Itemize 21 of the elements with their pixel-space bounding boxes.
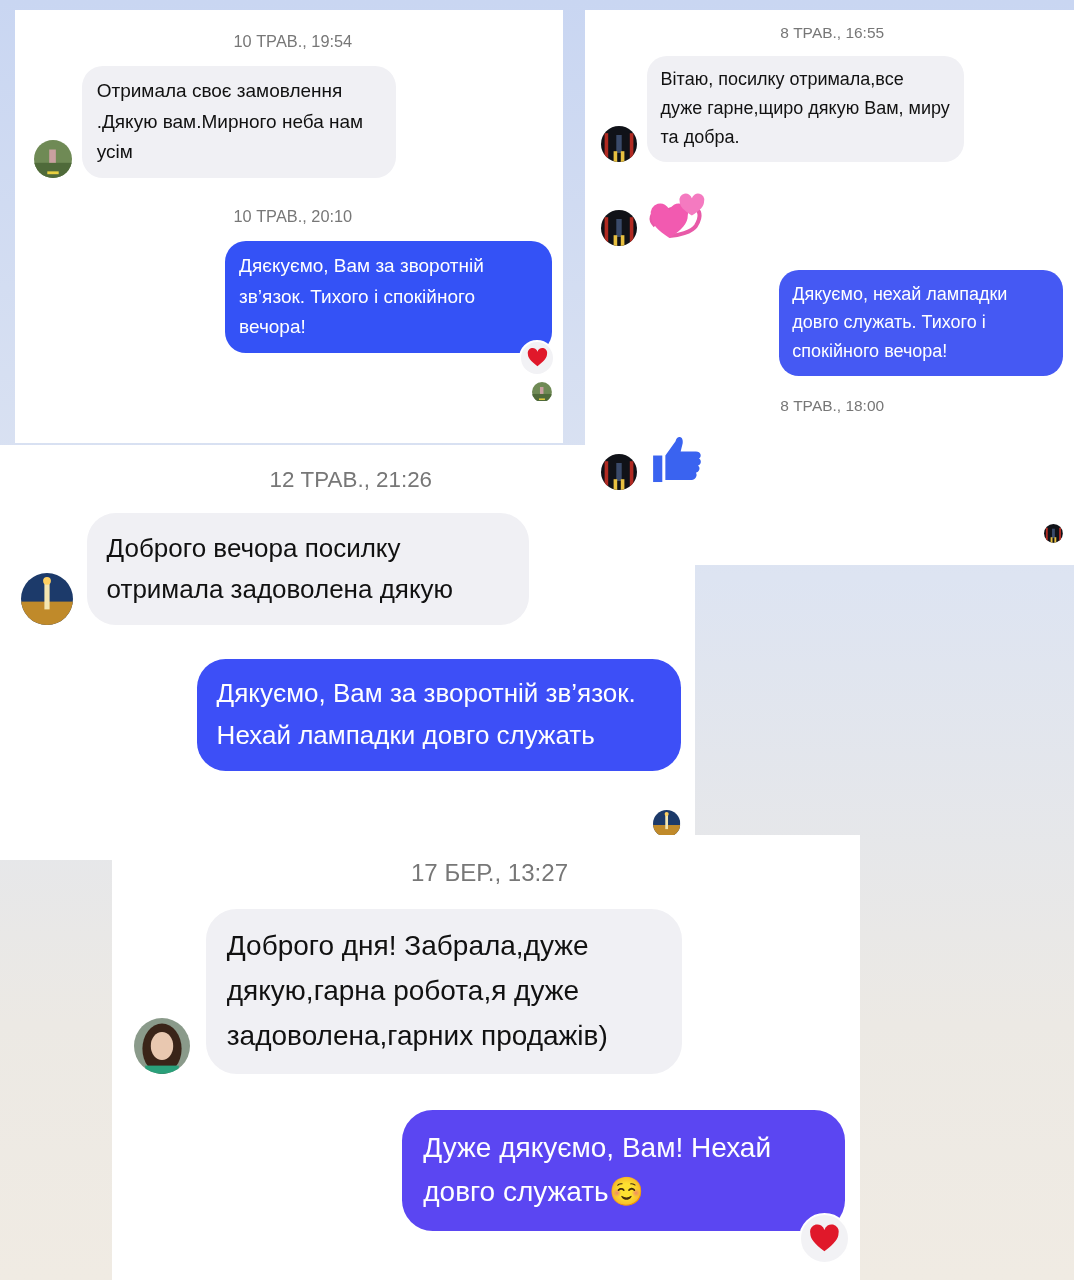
timestamp: 10 ТРАВ., 19:54 [233, 32, 353, 51]
message-bubble: Дякуємо, Вам за зворотній зв’язок. Нехай лампадки довго служать [197, 659, 681, 771]
message-bubble: Дяєкуємо, Вам за зворотній зв’язок. Тихого і спокійного вечора! [224, 241, 552, 354]
avatar [34, 139, 72, 178]
timestamp: 10 ТРАВ., 20:10 [233, 207, 353, 227]
avatar [531, 381, 552, 402]
avatar [601, 453, 638, 490]
timestamp: 8 ТРАВ., 18:00 [780, 396, 885, 415]
timestamp: 8 ТРАВ., 16:55 [780, 23, 885, 42]
avatar [601, 125, 638, 162]
message-bubble: Вітаю, посилку отримала,все дуже гарне,щиро дякую Вам, миру та добра. [647, 55, 964, 162]
avatar [653, 809, 681, 838]
avatar [601, 210, 638, 247]
message-bubble: Доброго дня! Забрала,дуже дякую,гарна робота,я дуже задоволена,гарних продажів) [205, 908, 682, 1074]
message-bubble: Отримала своє замовлення .Дякую вам.Мирного неба нам усім [82, 65, 396, 178]
timestamp: 17 БЕР., 13:27 [410, 859, 569, 887]
avatar [1044, 524, 1064, 543]
timestamp: 12 ТРАВ., 21:26 [269, 467, 433, 494]
message-bubble: Доброго вечора посилку отримала задоволена дякую [87, 513, 530, 626]
message-bubble: Дуже дякуємо, Вам! Нехай довго служать☺ [402, 1110, 845, 1231]
message-bubble: Дякуємо, нехай лампадки довго служать. Тихого і спокійного вечора! [778, 269, 1064, 376]
